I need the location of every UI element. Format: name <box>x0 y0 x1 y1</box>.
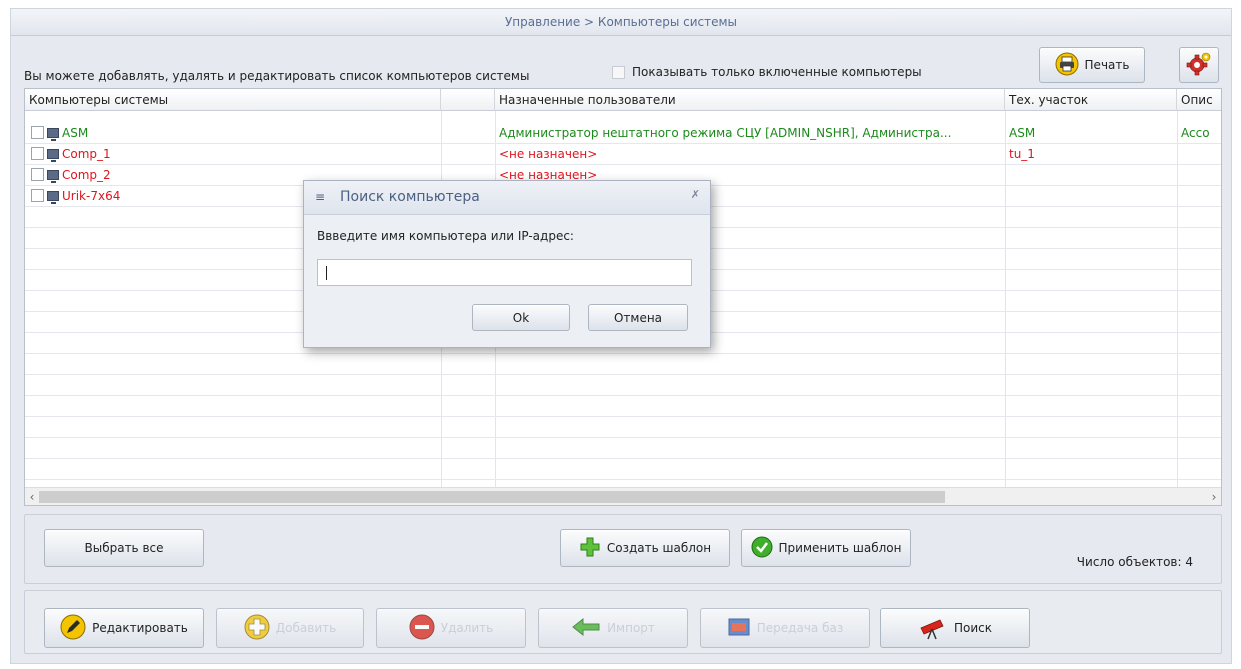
column-header-area[interactable]: Тех. участок <box>1005 89 1177 111</box>
column-header-blank[interactable] <box>441 89 495 111</box>
transfer-bases-button[interactable]: Передача баз <box>700 608 870 648</box>
assigned-users: <не назначен> <box>499 147 598 161</box>
checkmark-icon <box>751 536 773 561</box>
description <box>1177 144 1221 165</box>
text-caret <box>326 266 327 280</box>
assigned-users: Администратор нештатного режима СЦУ [ADM… <box>499 126 952 140</box>
computer-icon <box>47 170 59 183</box>
pencil-icon <box>60 614 86 643</box>
cancel-label: Отмена <box>613 310 663 325</box>
scroll-right-icon[interactable]: › <box>1207 488 1221 505</box>
settings-button[interactable] <box>1179 47 1219 83</box>
add-button[interactable]: Добавить <box>216 608 364 648</box>
computer-name: Comp_1 <box>62 147 111 161</box>
ok-label: Ok <box>512 310 530 325</box>
dialog-title: Поиск компьютера <box>340 189 480 205</box>
computer-name: Comp_2 <box>62 168 111 182</box>
computer-name: ASM <box>62 126 89 140</box>
filter-checkbox[interactable] <box>612 65 625 79</box>
arrow-left-icon <box>571 617 601 640</box>
minus-circle-icon <box>409 614 435 643</box>
dialog-titlebar[interactable]: ≡ Поиск компьютера ✗ <box>304 181 710 215</box>
close-icon[interactable]: ✗ <box>691 188 700 201</box>
delete-button[interactable]: Удалить <box>376 608 526 648</box>
apply-template-label: Применить шаблон <box>778 541 902 555</box>
computer-name: Urik-7x64 <box>62 189 121 203</box>
search-button[interactable]: Поиск <box>880 608 1030 648</box>
menu-icon[interactable]: ≡ <box>315 190 325 204</box>
computer-name-input[interactable] <box>317 259 692 286</box>
scroll-thumb[interactable] <box>39 491 945 503</box>
row-checkbox[interactable] <box>31 147 44 160</box>
edit-label: Редактировать <box>92 621 188 635</box>
description <box>1177 165 1221 186</box>
filter-label: Показывать только включенные компьютеры <box>632 65 922 79</box>
empty-row <box>25 396 1221 417</box>
description: Acco <box>1181 126 1210 140</box>
computer-icon <box>47 128 59 141</box>
table-row[interactable]: Comp_1 <не назначен> tu_1 <box>25 144 1221 165</box>
transfer-label: Передача баз <box>756 621 844 635</box>
horizontal-scrollbar[interactable]: ‹ › <box>25 487 1221 505</box>
empty-row <box>25 417 1221 438</box>
apply-template-button[interactable]: Применить шаблон <box>741 529 911 567</box>
tech-area <box>1005 186 1175 207</box>
object-count: Число объектов: 4 <box>1076 555 1193 569</box>
plus-icon <box>579 536 601 561</box>
ok-button[interactable]: Ok <box>472 304 570 331</box>
add-label: Добавить <box>275 621 337 635</box>
row-checkbox[interactable] <box>31 126 44 139</box>
empty-row <box>25 459 1221 480</box>
import-label: Импорт <box>607 621 655 635</box>
computer-icon <box>47 149 59 162</box>
dialog-body: Ввведите имя компьютера или IP-адрес: Ok… <box>304 215 710 347</box>
cancel-button[interactable]: Отмена <box>588 304 688 331</box>
row-checkbox[interactable] <box>31 168 44 181</box>
printer-icon <box>1055 52 1079 79</box>
tech-area <box>1005 165 1175 186</box>
search-label: Поиск <box>953 621 992 635</box>
create-template-label: Создать шаблон <box>606 541 712 555</box>
column-header-users[interactable]: Назначенные пользователи <box>495 89 1005 111</box>
print-button[interactable]: Печать <box>1039 47 1145 83</box>
info-text: Вы можете добавлять, удалять и редактиро… <box>24 69 530 83</box>
delete-label: Удалить <box>440 621 494 635</box>
table-row[interactable]: ASM Администратор нештатного режима СЦУ … <box>25 123 1221 144</box>
dialog-prompt: Ввведите имя компьютера или IP-адрес: <box>317 229 574 243</box>
empty-row <box>25 354 1221 375</box>
empty-row <box>25 438 1221 459</box>
empty-row <box>25 375 1221 396</box>
transfer-icon <box>727 615 751 642</box>
create-template-button[interactable]: Создать шаблон <box>560 529 730 567</box>
scroll-left-icon[interactable]: ‹ <box>25 488 39 505</box>
telescope-icon <box>918 614 948 643</box>
tech-area: tu_1 <box>1009 147 1035 161</box>
select-all-label: Выбрать все <box>84 541 164 555</box>
column-header-computers[interactable]: Компьютеры системы <box>25 89 441 111</box>
column-header-description[interactable]: Опис <box>1177 89 1221 111</box>
row-checkbox[interactable] <box>31 189 44 202</box>
select-all-button[interactable]: Выбрать все <box>44 529 204 567</box>
window-title: Управление > Компьютеры системы <box>11 9 1231 36</box>
tech-area: ASM <box>1009 126 1036 140</box>
table-header: Компьютеры системы Назначенные пользоват… <box>25 89 1221 111</box>
edit-button[interactable]: Редактировать <box>44 608 204 648</box>
import-button[interactable]: Импорт <box>538 608 688 648</box>
description <box>1177 186 1221 207</box>
search-computer-dialog: ≡ Поиск компьютера ✗ Ввведите имя компью… <box>303 180 711 348</box>
print-label: Печать <box>1084 58 1130 72</box>
gear-icon <box>1186 51 1212 80</box>
computer-icon <box>47 191 59 204</box>
filter-enabled-only[interactable]: Показывать только включенные компьютеры <box>612 65 922 79</box>
plus-circle-icon <box>244 614 270 643</box>
